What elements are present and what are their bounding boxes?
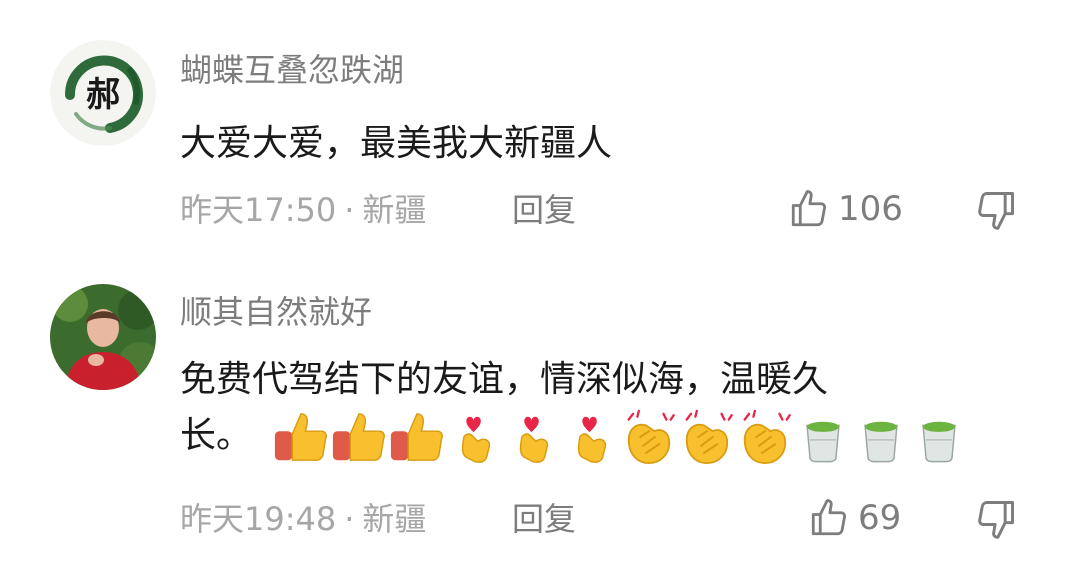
thumbs-up-emoji-icon [390,413,443,461]
emoji-row [272,408,968,466]
thumbs-up-icon [811,499,847,536]
avatar[interactable] [50,284,156,390]
comment-meta: 昨天19:48 · 新疆 [180,499,426,539]
green-tea-emoji-icon [864,421,898,463]
comment-text-tail: 长。 [180,415,253,456]
dislike-button[interactable] [974,188,1018,232]
like-button[interactable]: 106 [788,188,903,230]
thumbs-up-emoji-icon [332,413,385,461]
comment-list: 郝 蝴蝶互叠忽跌湖 大爱大爱，最美我大新疆人 昨天17:50 · 新疆 回复 106 [0,0,1080,566]
reply-button[interactable]: 回复 [512,499,576,539]
comment-text: 大爱大爱，最美我大新疆人 [180,123,613,164]
clapping-hands-emoji-icon [743,409,791,464]
thumbs-up-emoji-icon [274,413,327,461]
comment-item: 顺其自然就好 免费代驾结下的友谊，情深似海，温暖久 长。 昨天19:48 · 新… [0,270,1080,566]
separator: · [344,191,355,229]
finger-heart-emoji-icon [577,416,607,463]
avatar[interactable]: 郝 [50,40,156,146]
timestamp: 昨天19:48 [180,500,337,538]
comment-meta: 昨天17:50 · 新疆 [180,190,426,230]
username[interactable]: 顺其自然就好 [180,292,372,332]
finger-heart-emoji-icon [461,416,491,463]
like-count: 106 [838,189,903,229]
avatar-char: 郝 [86,75,120,115]
reply-button[interactable]: 回复 [512,190,576,230]
location: 新疆 [362,191,427,229]
green-tea-emoji-icon [806,421,840,463]
clapping-hands-emoji-icon [627,409,675,464]
like-button[interactable]: 69 [808,497,901,539]
thumbs-down-icon [978,501,1014,539]
like-count: 69 [858,498,902,538]
thumbs-down-icon [978,192,1014,230]
username[interactable]: 蝴蝶互叠忽跌湖 [180,50,404,90]
separator: · [344,500,355,538]
person-photo-avatar-icon [50,284,156,390]
green-tea-emoji-icon [922,421,956,463]
finger-heart-emoji-icon [519,416,549,463]
timestamp: 昨天17:50 [180,191,337,229]
dislike-button[interactable] [974,497,1018,541]
location: 新疆 [362,500,427,538]
thumbs-up-icon [791,190,827,227]
clapping-hands-emoji-icon [685,409,733,464]
comment-item: 郝 蝴蝶互叠忽跌湖 大爱大爱，最美我大新疆人 昨天17:50 · 新疆 回复 106 [0,0,1080,270]
comment-text: 免费代驾结下的友谊，情深似海，温暖久 长。 [180,352,1020,466]
ink-brush-circle-avatar-icon: 郝 [50,40,156,146]
comment-text-line: 长。 [180,408,1020,466]
comment-text-line: 免费代驾结下的友谊，情深似海，温暖久 [180,359,829,400]
